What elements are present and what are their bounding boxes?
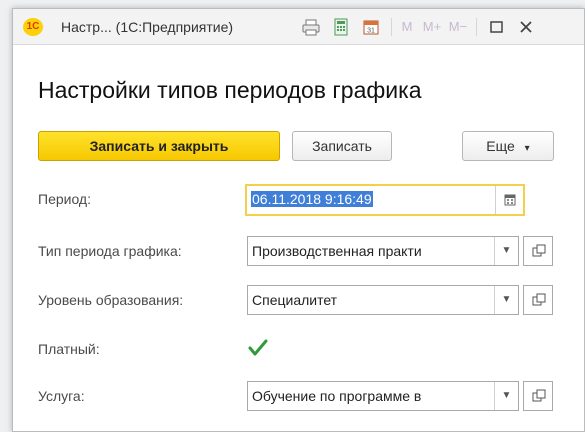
more-button-label: Еще xyxy=(486,138,515,154)
schedule-period-type-field[interactable]: Производственная практи ▼ xyxy=(247,236,519,266)
open-education-level-button[interactable] xyxy=(523,285,553,315)
paid-checkbox[interactable] xyxy=(248,338,268,358)
period-field[interactable]: 06.11.2018 9:16:49 xyxy=(245,184,525,216)
education-level-value: Специалитет xyxy=(252,292,338,308)
service-value: Обучение по программе в xyxy=(252,388,422,404)
memory-minus-button[interactable]: M− xyxy=(447,17,469,37)
close-icon[interactable] xyxy=(516,17,536,37)
title-bar: 1С Настр... (1С:Предприятие) 31 M M+ M− xyxy=(13,9,584,45)
period-value: 06.11.2018 9:16:49 xyxy=(251,191,373,207)
save-button[interactable]: Записать xyxy=(292,131,392,161)
open-schedule-period-type-button[interactable] xyxy=(523,236,553,266)
calculator-icon[interactable] xyxy=(331,17,353,37)
maximize-icon[interactable] xyxy=(487,17,507,37)
service-label: Услуга: xyxy=(38,388,85,404)
chevron-down-icon[interactable]: ▼ xyxy=(494,237,518,265)
svg-text:31: 31 xyxy=(367,28,375,35)
chevron-down-icon[interactable]: ▼ xyxy=(494,382,518,410)
period-label: Период: xyxy=(38,191,91,207)
open-link-icon xyxy=(532,244,546,257)
schedule-period-type-value: Производственная практи xyxy=(252,243,422,259)
app-logo-icon: 1С xyxy=(23,18,43,36)
open-link-icon xyxy=(532,389,546,402)
chevron-down-icon[interactable]: ▼ xyxy=(494,286,518,314)
more-button[interactable]: Еще ▾ xyxy=(462,131,554,161)
calendar-picker-icon[interactable] xyxy=(495,186,523,214)
service-field[interactable]: Обучение по программе в ▼ xyxy=(247,381,519,411)
education-level-field[interactable]: Специалитет ▼ xyxy=(247,285,519,315)
education-level-label: Уровень образования: xyxy=(38,292,184,308)
save-and-close-button[interactable]: Записать и закрыть xyxy=(38,131,280,161)
form-window: 1С Настр... (1С:Предприятие) 31 M M+ M− … xyxy=(12,8,585,432)
open-link-icon xyxy=(532,293,546,306)
chevron-down-icon: ▾ xyxy=(524,143,530,154)
schedule-period-type-label: Тип периода графика: xyxy=(38,243,182,259)
open-service-button[interactable] xyxy=(523,381,553,411)
memory-m-button[interactable]: M xyxy=(399,17,415,37)
checkmark-icon xyxy=(248,339,268,356)
page-title: Настройки типов периодов графика xyxy=(38,77,422,103)
window-title: Настр... (1С:Предприятие) xyxy=(61,19,234,35)
memory-plus-button[interactable]: M+ xyxy=(420,17,444,37)
paid-label: Платный: xyxy=(38,341,100,357)
calendar-icon[interactable]: 31 xyxy=(361,17,383,37)
printer-icon[interactable] xyxy=(301,17,323,37)
